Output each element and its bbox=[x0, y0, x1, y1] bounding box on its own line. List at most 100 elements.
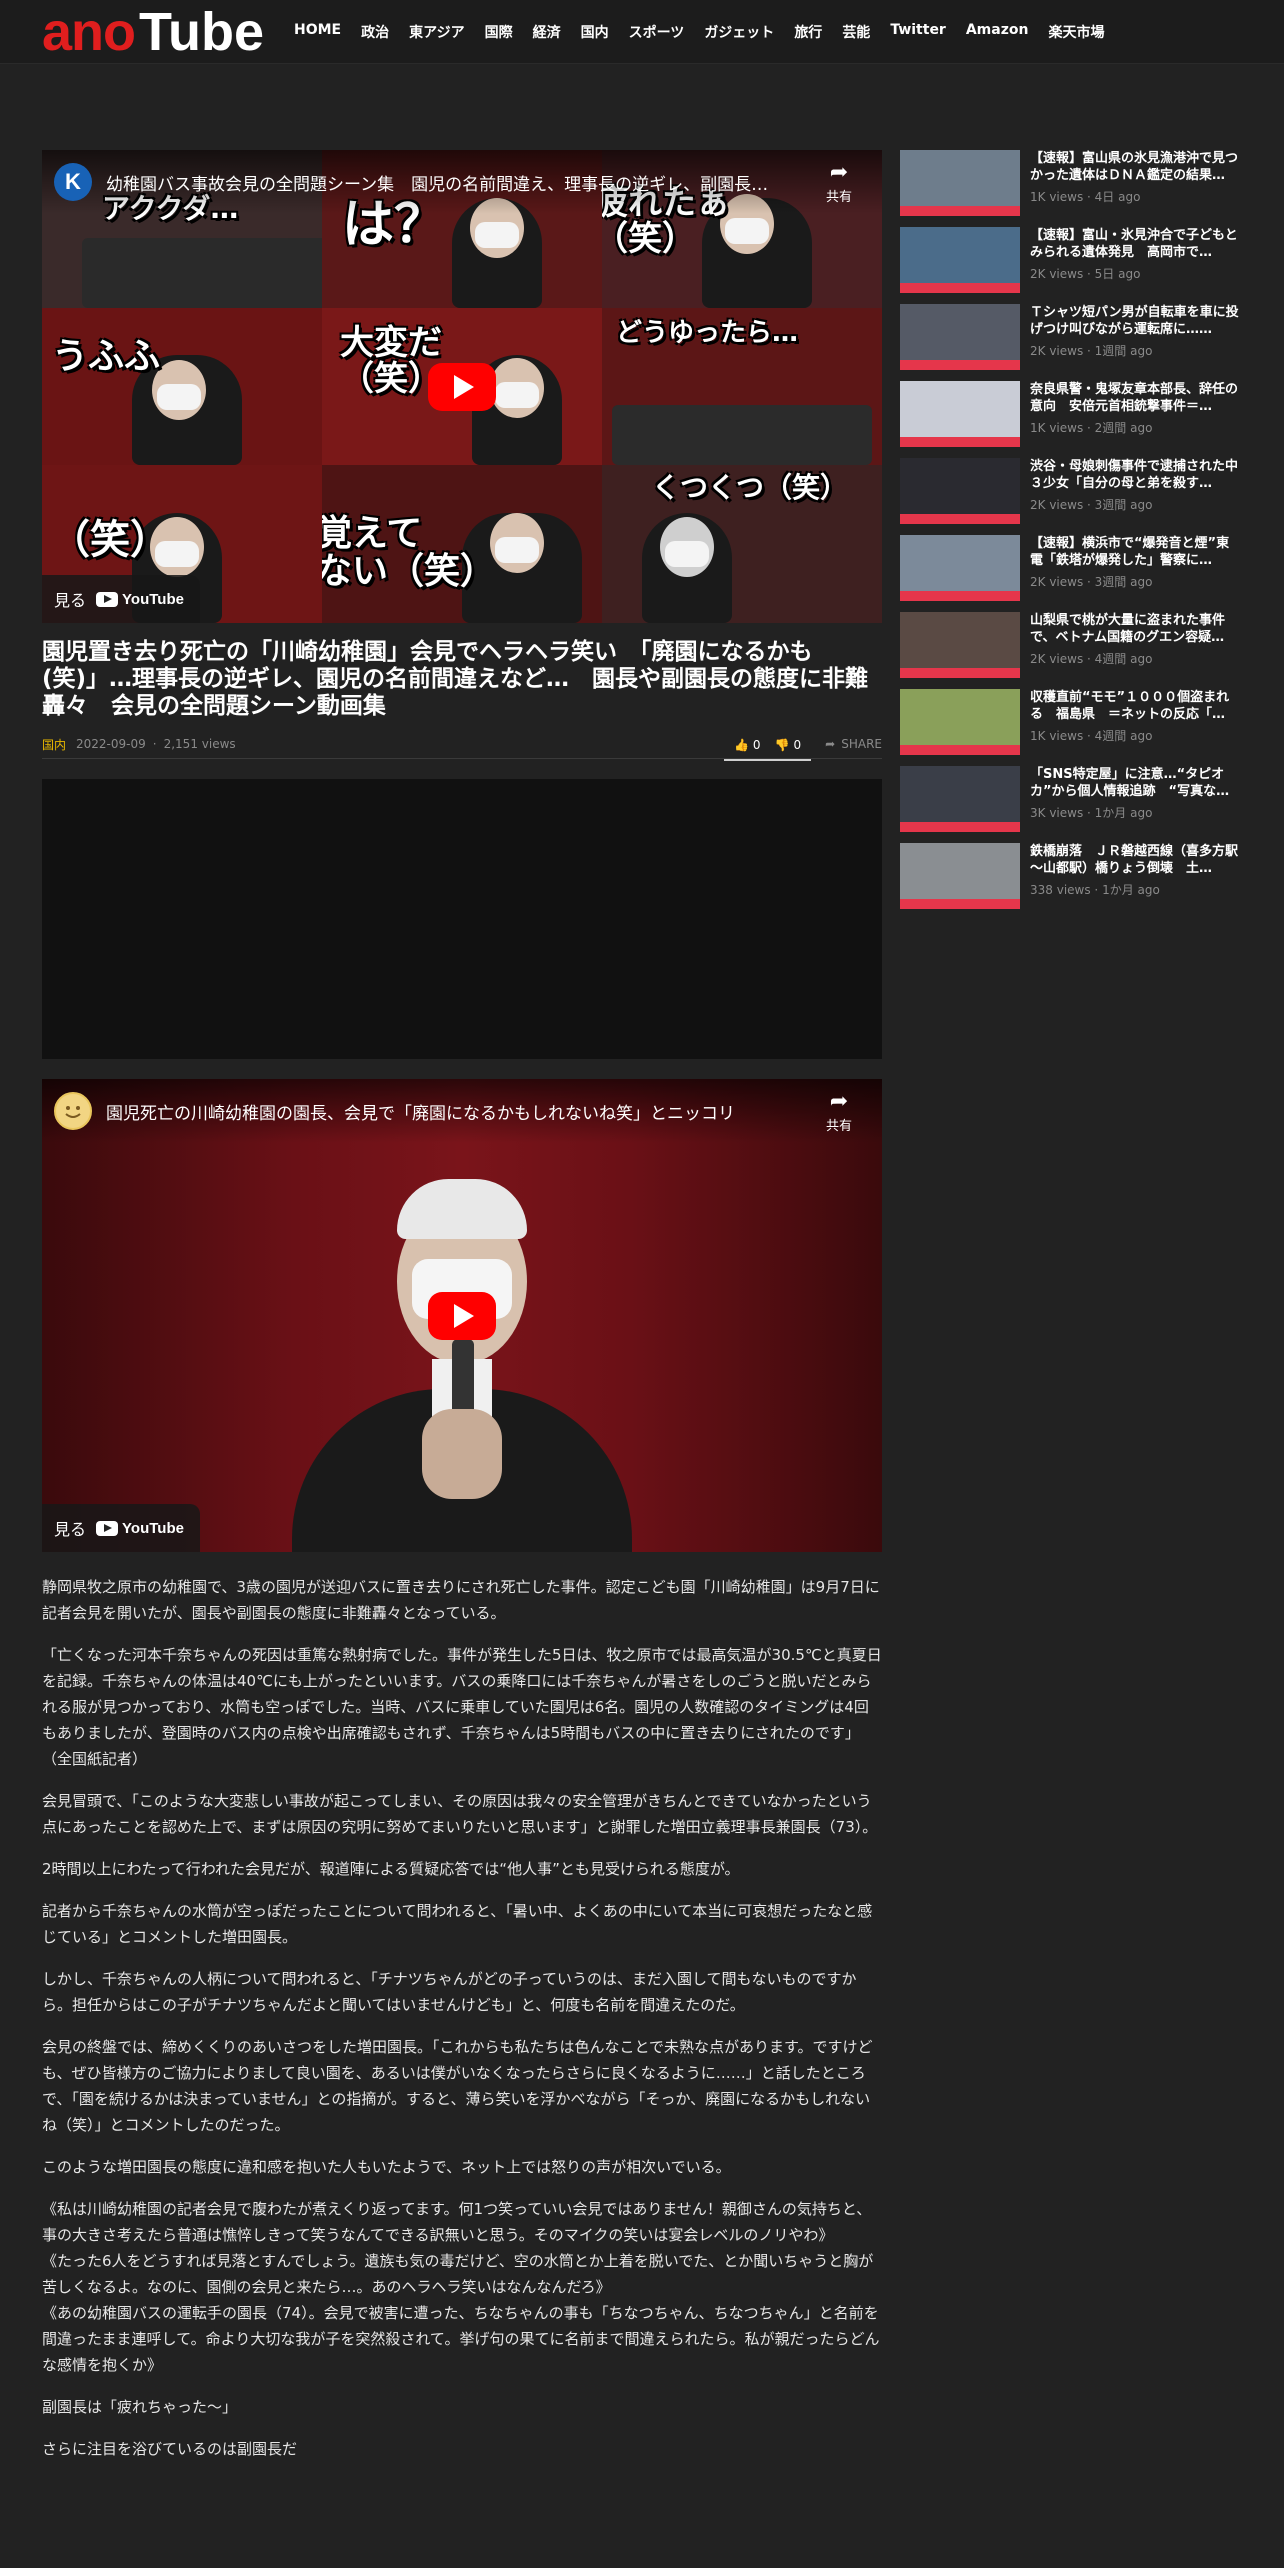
sidebar-ago: 1か月 ago bbox=[1102, 883, 1160, 897]
youtube-embed-1[interactable]: アククダ… は？ 疲れたぁ （笑） うふふ 大変だ （笑） どうゆったら… bbox=[42, 150, 882, 623]
sidebar-item-title[interactable]: Ｔシャツ短パン男が自転車を車に投げつけ叫びながら運転席に…… bbox=[1030, 304, 1240, 338]
sidebar-thumbnail[interactable] bbox=[900, 150, 1020, 216]
thumb-cell: くつくつ（笑） bbox=[602, 465, 882, 623]
nav-international[interactable]: 国際 bbox=[485, 22, 513, 42]
sidebar-views: 2K views bbox=[1030, 267, 1084, 281]
sidebar-item[interactable]: 「SNS特定屋」に注意…“タピオカ”から個人情報追跡 “写真な… 3K views… bbox=[900, 766, 1245, 832]
watch-on-youtube-button[interactable]: 見る YouTube bbox=[42, 575, 200, 623]
watch-on-label: 見る bbox=[54, 1520, 87, 1539]
sidebar-item-title[interactable]: 渋谷・母娘刺傷事件で逮捕された中３少女「自分の母と弟を殺す… bbox=[1030, 458, 1240, 492]
sidebar-views: 2K views bbox=[1030, 344, 1084, 358]
share-icon: ➦ bbox=[829, 160, 849, 185]
thumb-caption-bar bbox=[900, 437, 1020, 447]
nav-politics[interactable]: 政治 bbox=[361, 22, 389, 42]
sidebar-ago: 3週間 ago bbox=[1094, 575, 1153, 589]
sidebar-item[interactable]: 奈良県警・鬼塚友章本部長、辞任の意向 安倍元首相銃撃事件＝… 1K views ·… bbox=[900, 381, 1245, 447]
quote-paragraph: 《私は川崎幼稚園の記者会見で腹わたが煮えくり返ってます。何1つ笑っていい会見では… bbox=[42, 2200, 880, 2374]
thumb-caption-bar bbox=[900, 745, 1020, 755]
sidebar-item[interactable]: Ｔシャツ短パン男が自転車を車に投げつけ叫びながら運転席に…… 2K views ·… bbox=[900, 304, 1245, 370]
nav-entertainment[interactable]: 芸能 bbox=[842, 22, 870, 42]
sidebar-thumbnail[interactable] bbox=[900, 304, 1020, 370]
sidebar-ago: 1週間 ago bbox=[1094, 344, 1153, 358]
sidebar-item[interactable]: 渋谷・母娘刺傷事件で逮捕された中３少女「自分の母と弟を殺す… 2K views ·… bbox=[900, 458, 1245, 524]
share-button[interactable]: ➦ 共有 bbox=[826, 1089, 852, 1134]
sidebar-views: 1K views bbox=[1030, 190, 1084, 204]
main-nav: HOME 政治 東アジア 国際 経済 国内 スポーツ ガジェット 旅行 芸能 T… bbox=[294, 22, 1104, 42]
sidebar-thumbnail[interactable] bbox=[900, 843, 1020, 909]
sidebar-thumbnail[interactable] bbox=[900, 689, 1020, 755]
paragraph: しかし、千奈ちゃんの人柄について問われると、「チナツちゃんがどの子っていうのは、… bbox=[42, 1970, 857, 2014]
thumb-caption-bar bbox=[900, 206, 1020, 216]
paragraph: 会見の終盤では、締めくくりのあいさつをした増田園長。「これからも私たちは色んなこ… bbox=[42, 2038, 873, 2134]
caption-9: くつくつ（笑） bbox=[652, 471, 849, 504]
nav-amazon[interactable]: Amazon bbox=[966, 22, 1029, 42]
play-icon[interactable] bbox=[428, 362, 496, 411]
sidebar-views: 1K views bbox=[1030, 421, 1084, 435]
share-button[interactable]: ➦ 共有 bbox=[826, 160, 852, 205]
ad-slot[interactable] bbox=[42, 779, 882, 1059]
sidebar-item[interactable]: 山梨県で桃が大量に盗まれた事件で、ベトナム国籍のグエン容疑… 2K views ·… bbox=[900, 612, 1245, 678]
thumb-caption-bar bbox=[900, 668, 1020, 678]
nav-east-asia[interactable]: 東アジア bbox=[409, 22, 464, 42]
nav-twitter[interactable]: Twitter bbox=[890, 22, 946, 42]
sidebar-item-meta: 1K views · 2週間 ago bbox=[1030, 421, 1153, 435]
sidebar-thumbnail[interactable] bbox=[900, 381, 1020, 447]
nav-domestic[interactable]: 国内 bbox=[581, 22, 609, 42]
thumb-caption-bar bbox=[900, 283, 1020, 293]
sidebar-item-meta: 2K views · 4週間 ago bbox=[1030, 652, 1153, 666]
sidebar-item-title[interactable]: 奈良県警・鬼塚友章本部長、辞任の意向 安倍元首相銃撃事件＝… bbox=[1030, 381, 1240, 415]
youtube-logo-icon: YouTube bbox=[96, 591, 184, 608]
sidebar-thumbnail[interactable] bbox=[900, 766, 1020, 832]
like-button[interactable]: 👍 0 bbox=[734, 738, 761, 752]
sidebar-thumbnail[interactable] bbox=[900, 535, 1020, 601]
nav-gadget[interactable]: ガジェット bbox=[704, 22, 774, 42]
nav-travel[interactable]: 旅行 bbox=[794, 22, 822, 42]
site-logo[interactable]: ano Tube bbox=[42, 2, 264, 62]
thumb-cell: 覚えて ない（笑） bbox=[322, 465, 602, 623]
sidebar-item-title[interactable]: 鉄橋崩落 ＪＲ磐越西線（喜多方駅～山都駅）橋りょう倒壊 土… bbox=[1030, 843, 1240, 877]
category-link[interactable]: 国内 bbox=[42, 736, 66, 753]
sidebar-ago: 4週間 ago bbox=[1094, 652, 1153, 666]
sidebar-related-list: 【速報】富山県の氷見漁港沖で見つかった遺体はＤＮＡ鑑定の結果… 1K views … bbox=[900, 150, 1245, 920]
sidebar-item-title[interactable]: 【速報】富山県の氷見漁港沖で見つかった遺体はＤＮＡ鑑定の結果… bbox=[1030, 150, 1240, 184]
nav-rakuten[interactable]: 楽天市場 bbox=[1048, 22, 1104, 42]
nav-economy[interactable]: 経済 bbox=[533, 22, 561, 42]
sidebar-item[interactable]: 【速報】富山県の氷見漁港沖で見つかった遺体はＤＮＡ鑑定の結果… 1K views … bbox=[900, 150, 1245, 216]
play-icon[interactable] bbox=[428, 1291, 496, 1340]
sidebar-item-meta: 3K views · 1か月 ago bbox=[1030, 806, 1153, 820]
youtube-embed-2[interactable]: 園児死亡の川崎幼稚園の園長、会見で「廃園になるかもしれないね笑」とニッコリ ➦ … bbox=[42, 1079, 882, 1552]
channel-avatar-smiley-icon[interactable] bbox=[54, 1092, 92, 1130]
sidebar-thumbnail[interactable] bbox=[900, 612, 1020, 678]
youtube-logo-text: YouTube bbox=[122, 590, 184, 608]
sidebar-item-title[interactable]: 【速報】横浜市で“爆発音と煙”東電「鉄塔が爆発した」警察に… bbox=[1030, 535, 1240, 569]
sidebar-item-meta: 2K views · 1週間 ago bbox=[1030, 344, 1153, 358]
watch-on-youtube-button[interactable]: 見る YouTube bbox=[42, 1504, 200, 1552]
channel-avatar[interactable]: K bbox=[54, 163, 92, 201]
nav-home[interactable]: HOME bbox=[294, 22, 341, 42]
watch-on-label: 見る bbox=[54, 591, 87, 610]
main-column: アククダ… は？ 疲れたぁ （笑） うふふ 大変だ （笑） どうゆったら… bbox=[42, 150, 882, 2478]
article-meta: 国内 2022-09-09 · 2,151 views 👍 0 👎 0 ➦ SHARE bbox=[42, 730, 882, 761]
video-title[interactable]: 園児死亡の川崎幼稚園の園長、会見で「廃園になるかもしれないね笑」とニッコリ bbox=[106, 1099, 735, 1124]
video-title[interactable]: 幼稚園バス事故会見の全問題シーン集 園児の名前間違え、理事長の逆ギレ、副園長… bbox=[106, 170, 768, 195]
sidebar-thumbnail[interactable] bbox=[900, 227, 1020, 293]
sidebar-item-title[interactable]: 「SNS特定屋」に注意…“タピオカ”から個人情報追跡 “写真な… bbox=[1030, 766, 1240, 800]
share-icon: ➦ bbox=[829, 1089, 849, 1114]
dislike-button[interactable]: 👎 0 bbox=[775, 738, 802, 752]
sidebar-item-meta: 338 views · 1か月 ago bbox=[1030, 883, 1160, 897]
sidebar-item[interactable]: 収穫直前“モモ”１０００個盗まれる 福島県 ＝ネットの反応「… 1K views … bbox=[900, 689, 1245, 755]
sidebar-item[interactable]: 【速報】横浜市で“爆発音と煙”東電「鉄塔が爆発した」警察に… 2K views ·… bbox=[900, 535, 1245, 601]
sidebar-views: 1K views bbox=[1030, 729, 1084, 743]
sidebar-item-title[interactable]: 山梨県で桃が大量に盗まれた事件で、ベトナム国籍のグエン容疑… bbox=[1030, 612, 1240, 646]
youtube-logo-icon: YouTube bbox=[96, 1520, 184, 1537]
sidebar-thumbnail[interactable] bbox=[900, 458, 1020, 524]
article-title: 園児置き去り死亡の「川崎幼稚園」会見でヘラヘラ笑い 「廃園になるかも(笑)」…理… bbox=[42, 639, 869, 719]
sidebar-item-meta: 2K views · 3週間 ago bbox=[1030, 575, 1153, 589]
sidebar-item-meta: 2K views · 5日 ago bbox=[1030, 267, 1141, 281]
sidebar-item-title[interactable]: 収穫直前“モモ”１０００個盗まれる 福島県 ＝ネットの反応「… bbox=[1030, 689, 1240, 723]
article-share-button[interactable]: ➦ SHARE bbox=[825, 737, 882, 751]
sidebar-item[interactable]: 鉄橋崩落 ＪＲ磐越西線（喜多方駅～山都駅）橋りょう倒壊 土… 338 views … bbox=[900, 843, 1245, 909]
sidebar-item-title[interactable]: 【速報】富山・氷見沖合で子どもとみられる遺体発見 高岡市で… bbox=[1030, 227, 1240, 261]
nav-sports[interactable]: スポーツ bbox=[629, 22, 685, 42]
sidebar-item[interactable]: 【速報】富山・氷見沖合で子どもとみられる遺体発見 高岡市で… 2K views ·… bbox=[900, 227, 1245, 293]
